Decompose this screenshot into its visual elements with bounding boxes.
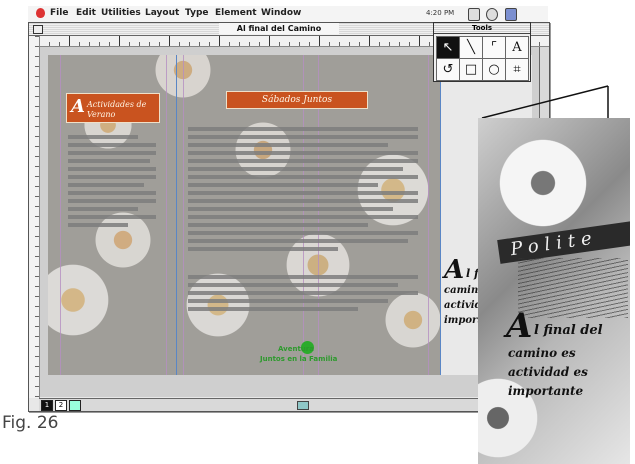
- line-tool-icon[interactable]: ╲: [459, 36, 483, 59]
- pointer-tool-icon[interactable]: ↖: [436, 36, 460, 59]
- rectangle-tool-icon[interactable]: □: [459, 58, 483, 81]
- tool-palette: Tools ↖ ╲ ⌜ A ↺ □ ○ ⌗: [433, 22, 531, 82]
- help-icon[interactable]: [486, 8, 498, 21]
- menu-layout[interactable]: Layout: [145, 8, 179, 18]
- heading-initial: A: [71, 96, 85, 117]
- vertical-ruler[interactable]: [29, 36, 40, 398]
- callout-line3: actividad es: [508, 365, 588, 379]
- menu-utilities[interactable]: Utilities: [101, 8, 141, 18]
- menu-window[interactable]: Window: [261, 8, 301, 18]
- callout-line1: l final del: [534, 323, 603, 338]
- menu-element[interactable]: Element: [215, 8, 257, 18]
- page-icon-2[interactable]: 2: [55, 400, 67, 411]
- cover-large-letter: A: [444, 255, 465, 285]
- layout-canvas[interactable]: A Actividades de Verano Sábados Juntos A…: [40, 47, 539, 397]
- apple-icon[interactable]: [36, 8, 45, 18]
- menu-bar: File Edit Utilities Layout Type Element …: [28, 6, 548, 23]
- callout-large-letter: A: [506, 306, 533, 346]
- clock-readout: 4:20 PM: [426, 9, 455, 17]
- window-title: Al final del Camino: [219, 23, 339, 34]
- left-heading-line2: Verano: [87, 110, 116, 119]
- menu-edit[interactable]: Edit: [76, 8, 96, 18]
- cover-zoom-callout: Polite A l final del camino es actividad…: [478, 118, 630, 464]
- close-box-icon[interactable]: [33, 25, 43, 34]
- callout-line4: importante: [508, 384, 584, 398]
- left-heading-box[interactable]: A Actividades de Verano: [66, 93, 160, 123]
- disk-icon[interactable]: [468, 8, 480, 21]
- left-heading-line1: Actividades de: [87, 100, 147, 109]
- tool-palette-title[interactable]: Tools: [434, 23, 530, 34]
- logo-line1: Aventura: [278, 345, 314, 353]
- figure-caption: Fig. 26: [2, 413, 59, 433]
- application-icon[interactable]: [505, 8, 517, 21]
- brochure-spread[interactable]: A Actividades de Verano Sábados Juntos A…: [48, 55, 532, 375]
- rotate-tool-icon[interactable]: ↺: [436, 58, 460, 81]
- ellipse-tool-icon[interactable]: ○: [482, 58, 506, 81]
- page-scroll-arrow-icon[interactable]: [69, 400, 81, 411]
- crop-tool-icon[interactable]: ⌗: [505, 58, 529, 81]
- menu-type[interactable]: Type: [185, 8, 208, 18]
- orthogonal-line-tool-icon[interactable]: ⌜: [482, 36, 506, 59]
- scroll-thumb[interactable]: [297, 401, 309, 410]
- page-icon-1[interactable]: 1: [41, 400, 53, 411]
- logo-line2: Juntos en la Familia: [260, 355, 338, 363]
- callout-line2: camino es: [508, 346, 576, 360]
- horizontal-scrollbar[interactable]: 1 2: [39, 398, 537, 411]
- text-tool-icon[interactable]: A: [505, 36, 529, 59]
- center-heading[interactable]: Sábados Juntos: [226, 91, 368, 109]
- menu-file[interactable]: File: [50, 8, 68, 18]
